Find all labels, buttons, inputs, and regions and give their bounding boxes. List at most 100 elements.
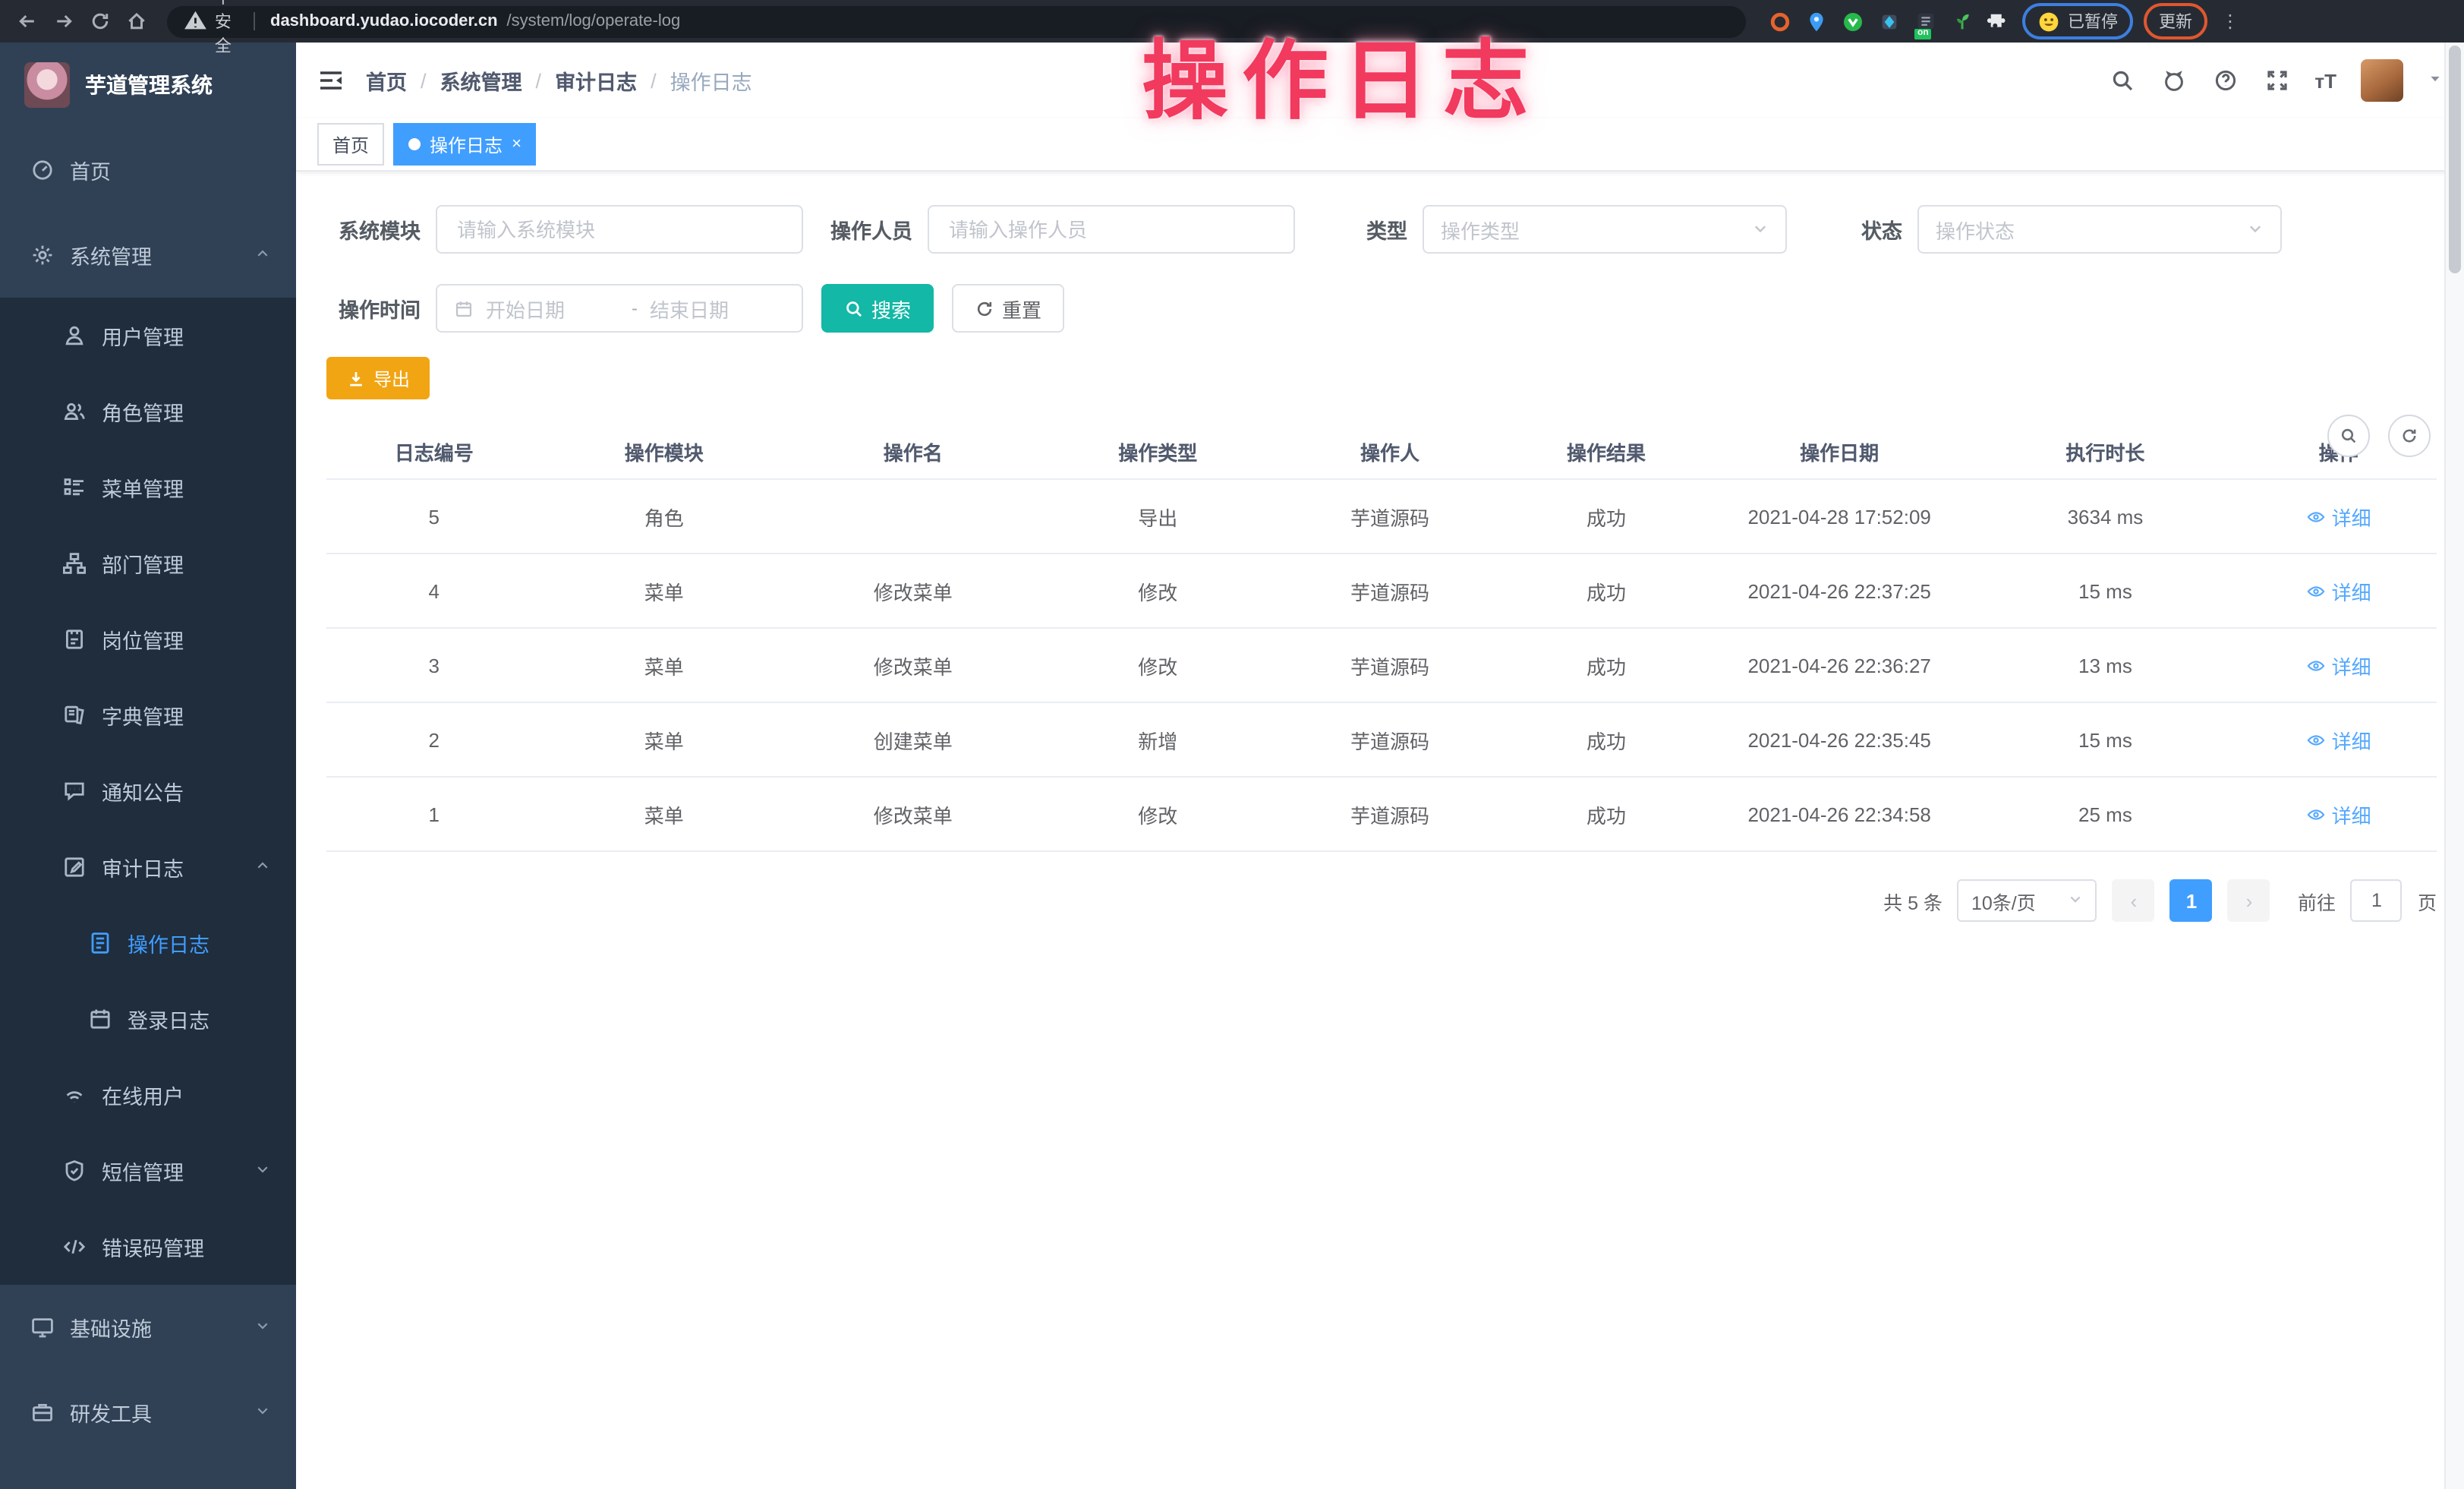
tag-0[interactable]: 首页 xyxy=(317,123,384,166)
type-select-placeholder: 操作类型 xyxy=(1441,215,1520,244)
scrollbar-thumb[interactable] xyxy=(2449,46,2461,273)
extension-puzzle-icon[interactable] xyxy=(1986,8,2012,34)
sidebar-item-5[interactable]: 部门管理 xyxy=(0,525,296,601)
sidebar-item-11[interactable]: 登录日志 xyxy=(0,981,296,1057)
close-icon[interactable]: × xyxy=(512,135,521,153)
chevron-up-icon xyxy=(254,856,272,879)
table-cell: 2 xyxy=(326,702,542,777)
user-avatar[interactable] xyxy=(2361,59,2403,102)
sidebar-item-8[interactable]: 通知公告 xyxy=(0,753,296,829)
detail-link[interactable]: 详细 xyxy=(2306,651,2371,680)
next-page-button[interactable]: › xyxy=(2228,879,2270,922)
eye-icon xyxy=(2306,804,2326,824)
search-button[interactable]: 搜索 xyxy=(821,284,934,333)
export-button[interactable]: 导出 xyxy=(326,357,430,399)
address-bar[interactable]: 不安全 dashboard.yudao.iocoder.cn/system/lo… xyxy=(167,5,1746,37)
status-label: 状态 xyxy=(1851,214,1917,244)
browser-update-button[interactable]: 更新 xyxy=(2144,3,2207,39)
column-header: 操作人 xyxy=(1276,424,1504,479)
detail-link[interactable]: 详细 xyxy=(2306,800,2371,828)
table-cell: 修改 xyxy=(1040,554,1276,628)
not-secure-warning[interactable]: 不安全 xyxy=(182,0,238,58)
search-icon[interactable] xyxy=(2108,67,2135,94)
sidebar-item-0[interactable]: 首页 xyxy=(0,128,296,213)
extension-green-circle-icon[interactable] xyxy=(1840,8,1866,34)
sidebar-item-15[interactable]: 基础设施 xyxy=(0,1285,296,1370)
help-icon[interactable] xyxy=(2211,67,2239,94)
show-search-icon[interactable] xyxy=(2327,415,2370,457)
sidebar-item-14[interactable]: 错误码管理 xyxy=(0,1209,296,1285)
home-icon[interactable] xyxy=(121,6,152,36)
sidebar-item-9[interactable]: 审计日志 xyxy=(0,829,296,905)
sidebar-fold-icon[interactable] xyxy=(317,67,345,94)
forward-icon[interactable] xyxy=(49,6,79,36)
emoji-face-icon xyxy=(2037,10,2060,33)
table-cell: 创建菜单 xyxy=(786,702,1040,777)
module-input[interactable] xyxy=(436,205,803,254)
reset-button[interactable]: 重置 xyxy=(952,284,1064,333)
detail-link[interactable]: 详细 xyxy=(2306,576,2371,605)
sidebar-item-10[interactable]: 操作日志 xyxy=(0,905,296,981)
sidebar-item-4[interactable]: 菜单管理 xyxy=(0,450,296,525)
paused-label: 已暂停 xyxy=(2068,9,2118,33)
start-date-placeholder: 开始日期 xyxy=(486,294,619,323)
extension-orange-ring-icon[interactable] xyxy=(1767,8,1793,34)
detail-link-label: 详细 xyxy=(2332,576,2371,605)
table-cell: 芋道源码 xyxy=(1276,554,1504,628)
extension-blue-pin-icon[interactable] xyxy=(1804,8,1829,34)
operator-input-field[interactable] xyxy=(946,216,1277,242)
dashboard-icon xyxy=(30,158,55,182)
main-panel: 首页/系统管理/审计日志/操作日志 тT 首页操作日志× 系统模块 xyxy=(296,43,2464,1489)
eye-icon xyxy=(2306,581,2326,601)
breadcrumb-item-1[interactable]: 系统管理 xyxy=(440,65,522,96)
extension-dark-on-icon[interactable]: on xyxy=(1913,8,1939,34)
breadcrumb-item-0[interactable]: 首页 xyxy=(366,65,407,96)
table-row: 2菜单创建菜单新增芋道源码成功2021-04-26 22:35:4515 ms详… xyxy=(326,702,2437,777)
detail-link[interactable]: 详细 xyxy=(2306,725,2371,754)
reset-button-label: 重置 xyxy=(1002,294,1041,323)
back-icon[interactable] xyxy=(12,6,43,36)
github-icon[interactable] xyxy=(2160,67,2187,94)
sidebar-item-13[interactable]: 短信管理 xyxy=(0,1133,296,1209)
sidebar-item-label: 基础设施 xyxy=(70,1312,152,1342)
sidebar-item-7[interactable]: 字典管理 xyxy=(0,677,296,753)
pagination: 共 5 条 10条/页 ‹ 1 › 前往 1 页 xyxy=(326,879,2437,922)
sidebar-item-2[interactable]: 用户管理 xyxy=(0,298,296,374)
status-select[interactable]: 操作状态 xyxy=(1917,205,2282,254)
breadcrumb-item-2[interactable]: 审计日志 xyxy=(555,65,637,96)
fullscreen-icon[interactable] xyxy=(2263,67,2290,94)
prev-page-button[interactable]: ‹ xyxy=(2113,879,2155,922)
tag-1[interactable]: 操作日志× xyxy=(393,123,537,166)
page-size-select[interactable]: 10条/页 xyxy=(1958,879,2097,922)
extension-green-sprout-icon[interactable] xyxy=(1949,8,1975,34)
detail-link-label: 详细 xyxy=(2332,651,2371,680)
table-cell: 15 ms xyxy=(1971,702,2241,777)
sidebar-item-12[interactable]: 在线用户 xyxy=(0,1057,296,1133)
font-size-icon[interactable]: тT xyxy=(2314,69,2336,92)
sidebar-item-label: 字典管理 xyxy=(102,700,184,730)
detail-link[interactable]: 详细 xyxy=(2306,502,2371,531)
extension-blue-gem-icon[interactable] xyxy=(1876,8,1902,34)
user-caret-icon[interactable] xyxy=(2428,67,2443,94)
sidebar-item-1[interactable]: 系统管理 xyxy=(0,213,296,298)
sidebar-item-label: 部门管理 xyxy=(102,548,184,579)
browser-menu-icon[interactable]: ⋮ xyxy=(2221,11,2239,32)
current-page-button[interactable]: 1 xyxy=(2170,879,2213,922)
reload-icon[interactable] xyxy=(85,6,115,36)
sidebar-item-16[interactable]: 研发工具 xyxy=(0,1370,296,1455)
sidebar-item-3[interactable]: 角色管理 xyxy=(0,374,296,450)
refresh-table-icon[interactable] xyxy=(2388,415,2431,457)
eye-icon xyxy=(2306,655,2326,675)
goto-page-input[interactable]: 1 xyxy=(2351,879,2403,922)
operator-input[interactable] xyxy=(928,205,1295,254)
module-input-field[interactable] xyxy=(454,216,785,242)
logo-row[interactable]: 芋道管理系统 xyxy=(0,43,296,128)
window-scrollbar[interactable] xyxy=(2444,43,2464,1489)
date-range-picker[interactable]: 开始日期 - 结束日期 xyxy=(436,284,803,333)
sidebar-item-label: 通知公告 xyxy=(102,776,184,806)
type-select[interactable]: 操作类型 xyxy=(1423,205,1787,254)
online-icon xyxy=(62,1083,87,1107)
table-cell-actions: 详细 xyxy=(2240,554,2437,628)
extension-paused-group[interactable]: 已暂停 xyxy=(2022,3,2133,39)
sidebar-item-6[interactable]: 岗位管理 xyxy=(0,601,296,677)
